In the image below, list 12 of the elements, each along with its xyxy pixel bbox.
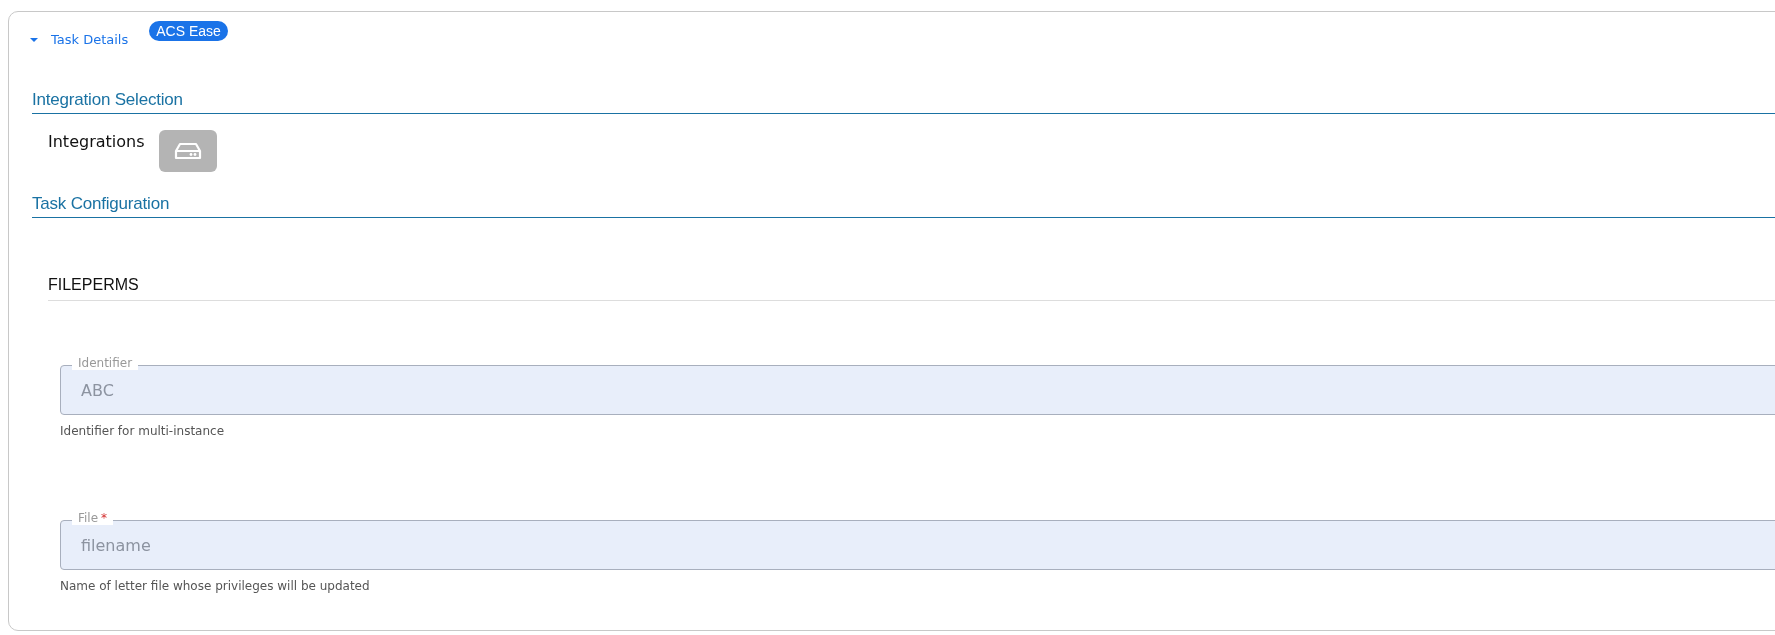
drive-icon [173,142,202,160]
helper-text: Name of letter file whose privileges will be updated [60,579,371,593]
group-heading: FILEPERMS [48,276,1775,301]
integrations-label: Integrations [48,132,145,151]
section-heading: Task Configuration [32,194,1775,218]
helper-text: Identifier for multi-instance [60,424,226,438]
section-heading: Integration Selection [32,90,1775,114]
badge: ACS Ease [149,21,228,41]
field-label: File * [72,511,114,525]
integration-button[interactable] [158,130,217,172]
field-label: Identifier [72,356,139,370]
task-details-toggle[interactable]: Task Details [29,32,129,47]
